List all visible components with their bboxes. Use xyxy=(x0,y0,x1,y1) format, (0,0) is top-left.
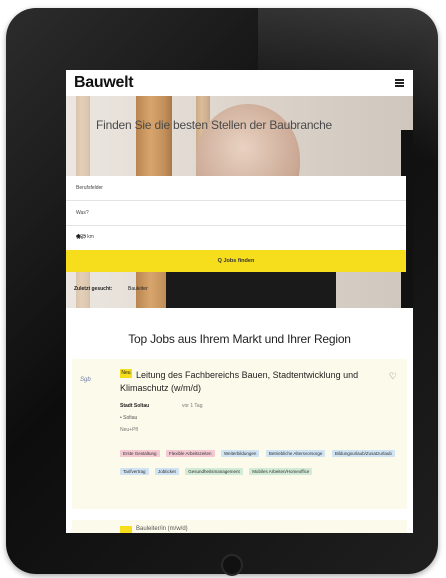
screen: Bauwelt Finden Sie die besten Stellen de… xyxy=(66,70,413,533)
menu-icon[interactable] xyxy=(395,79,404,87)
location-icon[interactable]: ⬥ xyxy=(76,233,397,241)
category-select[interactable]: Berufsfelder xyxy=(66,176,406,201)
tag: Flexible Arbeitszeiten xyxy=(165,450,215,457)
section-title: Top Jobs aus Ihrem Markt und Ihrer Regio… xyxy=(128,332,351,346)
last-search-label: Zuletzt gesucht: xyxy=(74,286,113,292)
tag: Weiterbildungen xyxy=(220,450,260,457)
job-card[interactable]: Sgb Leitung des Fachbereichs Bauen, Stad… xyxy=(72,359,407,509)
tag: Bildungsurlaub/Zusatzurlaub xyxy=(331,450,395,457)
what-input[interactable]: Was? xyxy=(66,201,406,226)
tag: Betriebliche Altersvorsorge xyxy=(265,450,326,457)
tag: Jobticket xyxy=(154,468,179,475)
home-button[interactable] xyxy=(221,554,243,576)
site-logo[interactable]: Bauwelt xyxy=(74,74,134,92)
employer-name: Stadt Soltau xyxy=(120,403,150,409)
topbar: Bauwelt xyxy=(66,70,413,97)
tag: Erste Gestaltung xyxy=(120,450,160,457)
tag: Mobiles Arbeiten/Homeoffice xyxy=(249,468,313,475)
where-input[interactable]: Wo? + 25 km ⬥ xyxy=(66,226,406,251)
tag: Gesundheitsmanagement xyxy=(185,468,243,475)
job-card[interactable]: Bauleiter/in (m/w/d) xyxy=(72,520,407,533)
hero: Finden Sie die besten Stellen der Baubra… xyxy=(66,96,413,308)
job-title[interactable]: Leitung des Fachbereichs Bauen, Stadtent… xyxy=(120,369,372,395)
new-badge: Neu xyxy=(120,369,132,378)
last-search-value[interactable]: Bauleiter xyxy=(128,286,148,292)
posted-date: vor 1 Tag xyxy=(182,403,203,409)
tag: Tarifvertrag xyxy=(120,468,149,475)
company-logo: Sgb xyxy=(80,377,91,383)
search-form: Berufsfelder Was? Wo? + 25 km ⬥ xyxy=(66,176,406,251)
job-meta: Neu+Pfl xyxy=(120,427,138,433)
tablet-frame: Bauwelt Finden Sie die besten Stellen de… xyxy=(6,8,438,576)
new-badge xyxy=(120,526,132,533)
job-title[interactable]: Bauleiter/in (m/w/d) xyxy=(136,526,188,532)
heart-icon[interactable]: ♡ xyxy=(389,371,397,382)
job-location: • Soltau xyxy=(120,415,138,421)
benefit-tags: Erste Gestaltung Flexible Arbeitszeiten … xyxy=(120,442,402,478)
search-button[interactable]: Q Jobs finden xyxy=(66,250,406,272)
hero-headline: Finden Sie die besten Stellen der Baubra… xyxy=(96,118,333,132)
